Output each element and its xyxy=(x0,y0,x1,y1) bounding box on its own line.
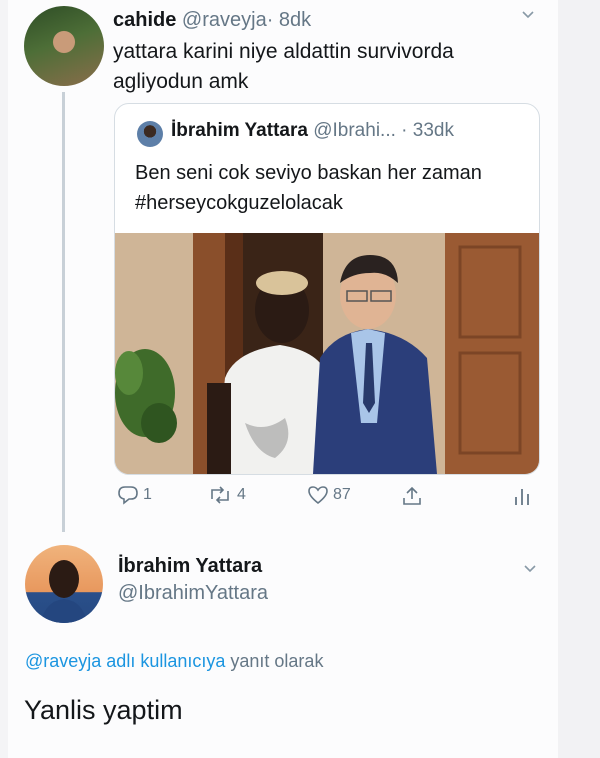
share-button[interactable] xyxy=(401,485,423,507)
chevron-down-icon[interactable] xyxy=(522,560,538,580)
reply-avatar[interactable] xyxy=(25,545,103,623)
quoted-tweet-card[interactable]: İbrahim Yattara @Ibrahi... · 33dk Ben se… xyxy=(114,103,540,475)
tweet-photo[interactable] xyxy=(115,233,539,474)
reply-context: @raveyja adlı kullanıcıya yanıt olarak xyxy=(25,651,323,672)
share-icon xyxy=(401,485,423,507)
reply-author-handle-text[interactable]: @IbrahimYattara xyxy=(118,582,268,604)
like-icon xyxy=(307,485,329,505)
quoted-tweet-text: Ben seni cok seviyo baskan her zaman #he… xyxy=(135,162,482,214)
author-name[interactable]: cahide xyxy=(113,9,176,31)
reply-author-name[interactable]: İbrahim Yattara xyxy=(118,555,262,578)
thread-connector-line xyxy=(62,92,65,532)
retweet-button[interactable]: 4 xyxy=(207,485,246,505)
like-count: 87 xyxy=(333,486,351,503)
reply-author-handle[interactable]: @IbrahimYattara xyxy=(118,582,268,605)
retweet-icon xyxy=(207,485,233,505)
analytics-button[interactable] xyxy=(513,485,531,507)
tweet-header: cahide @raveyja· 8dk xyxy=(113,9,311,32)
like-button[interactable]: 87 xyxy=(307,485,351,505)
reply-button[interactable]: 1 xyxy=(117,485,152,505)
quoted-tweet-time: · 33dk xyxy=(401,120,454,141)
reply-text: Yanlis yaptim xyxy=(24,695,183,725)
reply-count: 1 xyxy=(143,486,152,503)
avatar[interactable] xyxy=(24,6,104,86)
tweet-text: yattara karini niye aldattin survivorda … xyxy=(113,40,454,93)
author-handle[interactable]: @raveyja xyxy=(182,9,267,31)
quoted-avatar xyxy=(137,121,163,147)
tweet-actions: 1 4 87 xyxy=(113,482,543,512)
quoted-header: İbrahim Yattara @Ibrahi... · 33dk xyxy=(171,120,454,142)
right-gutter xyxy=(558,0,600,758)
quoted-author-handle: @Ibrahi... xyxy=(313,120,396,141)
analytics-icon xyxy=(513,485,531,507)
reply-author-name-text[interactable]: İbrahim Yattara xyxy=(118,555,262,577)
quoted-author-name: İbrahim Yattara xyxy=(171,120,308,141)
reply-to-link[interactable]: @raveyja adlı kullanıcıya xyxy=(25,651,225,671)
retweet-count: 4 xyxy=(237,486,246,503)
tweet-time[interactable]: · 8dk xyxy=(267,9,311,31)
reply-icon xyxy=(117,485,139,505)
reply-to-suffix: yanıt olarak xyxy=(230,651,324,671)
chevron-down-icon[interactable] xyxy=(520,6,536,26)
